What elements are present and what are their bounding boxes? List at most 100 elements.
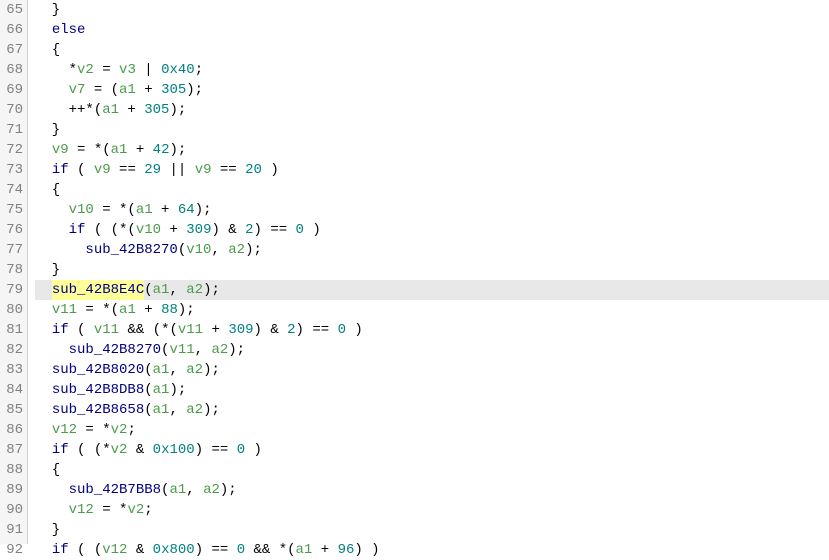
token-arg: a1 bbox=[102, 100, 119, 120]
token-plain: ) & bbox=[254, 320, 288, 340]
token-plain: ) == bbox=[254, 220, 296, 240]
token-fn: sub_42B8658 bbox=[52, 400, 144, 420]
token-plain: } bbox=[35, 0, 60, 20]
token-plain: ); bbox=[203, 400, 220, 420]
code-line[interactable]: v12 = *v2; bbox=[35, 420, 829, 440]
token-plain bbox=[35, 280, 52, 300]
token-plain: ) == bbox=[195, 440, 237, 460]
token-kw: if bbox=[52, 320, 69, 340]
code-line[interactable]: if ( v11 && (*(v11 + 309) & 2) == 0 ) bbox=[35, 320, 829, 340]
code-line[interactable]: v12 = *v2; bbox=[35, 500, 829, 520]
code-line[interactable]: if ( v9 == 29 || v9 == 20 ) bbox=[35, 160, 829, 180]
code-line[interactable]: v7 = (a1 + 305); bbox=[35, 80, 829, 100]
token-fn: sub_42B8270 bbox=[85, 240, 177, 260]
line-number: 78 bbox=[0, 260, 27, 280]
token-var: v12 bbox=[69, 500, 94, 520]
token-arg: a2 bbox=[186, 280, 203, 300]
code-line[interactable]: v9 = *(a1 + 42); bbox=[35, 140, 829, 160]
code-line[interactable]: sub_42B8270(v10, a2); bbox=[35, 240, 829, 260]
code-line[interactable]: { bbox=[35, 40, 829, 60]
code-line[interactable]: if ( (*(v10 + 309) & 2) == 0 ) bbox=[35, 220, 829, 240]
code-line[interactable]: v10 = *(a1 + 64); bbox=[35, 200, 829, 220]
token-plain: ) ) bbox=[354, 540, 379, 560]
token-plain: ( (*( bbox=[85, 220, 135, 240]
token-plain: , bbox=[195, 340, 212, 360]
code-line[interactable]: sub_42B8DB8(a1); bbox=[35, 380, 829, 400]
code-line[interactable]: sub_42B8658(a1, a2); bbox=[35, 400, 829, 420]
code-line[interactable]: } bbox=[35, 520, 829, 540]
code-line[interactable]: { bbox=[35, 180, 829, 200]
token-plain: ) & bbox=[212, 220, 246, 240]
token-num: 88 bbox=[161, 300, 178, 320]
token-kw: if bbox=[52, 540, 69, 560]
token-plain: | bbox=[136, 60, 161, 80]
token-plain: + bbox=[127, 140, 152, 160]
code-line[interactable]: sub_42B7BB8(a1, a2); bbox=[35, 480, 829, 500]
token-plain bbox=[35, 440, 52, 460]
code-line[interactable]: } bbox=[35, 0, 829, 20]
token-var: v7 bbox=[69, 80, 86, 100]
code-line[interactable]: else bbox=[35, 20, 829, 40]
token-plain: ; bbox=[144, 500, 152, 520]
token-var: v12 bbox=[102, 540, 127, 560]
line-number: 77 bbox=[0, 240, 27, 260]
token-var: v9 bbox=[195, 160, 212, 180]
token-var: v2 bbox=[111, 440, 128, 460]
token-plain bbox=[35, 240, 85, 260]
token-plain: = *( bbox=[94, 200, 136, 220]
line-number: 76 bbox=[0, 220, 27, 240]
token-plain bbox=[35, 500, 69, 520]
token-plain: ); bbox=[203, 280, 220, 300]
token-plain: = bbox=[94, 60, 119, 80]
token-plain: ( bbox=[144, 400, 152, 420]
token-var: v2 bbox=[77, 60, 94, 80]
code-line[interactable]: } bbox=[35, 260, 829, 280]
token-plain: ( bbox=[161, 480, 169, 500]
token-plain: ); bbox=[195, 200, 212, 220]
code-line[interactable]: } bbox=[35, 120, 829, 140]
token-kw: if bbox=[52, 440, 69, 460]
token-plain: , bbox=[186, 480, 203, 500]
code-line[interactable]: sub_42B8E4C(a1, a2); bbox=[35, 280, 829, 300]
token-arg: a1 bbox=[111, 140, 128, 160]
line-number: 84 bbox=[0, 380, 27, 400]
token-num: 309 bbox=[228, 320, 253, 340]
token-fn: sub_42B7BB8 bbox=[69, 480, 161, 500]
token-plain: { bbox=[35, 40, 60, 60]
token-var: v9 bbox=[52, 140, 69, 160]
code-line[interactable]: ++*(a1 + 305); bbox=[35, 100, 829, 120]
line-number: 71 bbox=[0, 120, 27, 140]
token-num: 305 bbox=[161, 80, 186, 100]
token-plain: ); bbox=[178, 300, 195, 320]
code-line[interactable]: sub_42B8020(a1, a2); bbox=[35, 360, 829, 380]
token-var: v10 bbox=[186, 240, 211, 260]
code-line[interactable]: sub_42B8270(v11, a2); bbox=[35, 340, 829, 360]
token-plain: ) bbox=[304, 220, 321, 240]
token-arg: a1 bbox=[153, 400, 170, 420]
token-var: v12 bbox=[52, 420, 77, 440]
code-editor[interactable]: 6566676869707172737475767778798081828384… bbox=[0, 0, 829, 544]
token-plain bbox=[35, 540, 52, 560]
token-plain: ( bbox=[144, 360, 152, 380]
code-line[interactable]: { bbox=[35, 460, 829, 480]
token-plain: ( ( bbox=[69, 540, 103, 560]
token-plain bbox=[35, 320, 52, 340]
token-plain bbox=[35, 360, 52, 380]
code-line[interactable]: if ( (*v2 & 0x100) == 0 ) bbox=[35, 440, 829, 460]
token-plain: = * bbox=[77, 420, 111, 440]
token-num: 0 bbox=[338, 320, 346, 340]
token-num: 309 bbox=[186, 220, 211, 240]
token-plain: + bbox=[203, 320, 228, 340]
token-plain: ) == bbox=[195, 540, 237, 560]
token-plain bbox=[35, 400, 52, 420]
code-area[interactable]: } else { *v2 = v3 | 0x40; v7 = (a1 + 305… bbox=[28, 0, 829, 544]
token-plain: = ( bbox=[85, 80, 119, 100]
token-plain: + bbox=[312, 540, 337, 560]
token-num: 2 bbox=[245, 220, 253, 240]
line-number: 80 bbox=[0, 300, 27, 320]
code-line[interactable]: v11 = *(a1 + 88); bbox=[35, 300, 829, 320]
code-line[interactable]: *v2 = v3 | 0x40; bbox=[35, 60, 829, 80]
token-plain: ) bbox=[245, 440, 262, 460]
code-line[interactable]: if ( (v12 & 0x800) == 0 && *(a1 + 96) ) bbox=[35, 540, 829, 560]
token-var: v10 bbox=[69, 200, 94, 220]
